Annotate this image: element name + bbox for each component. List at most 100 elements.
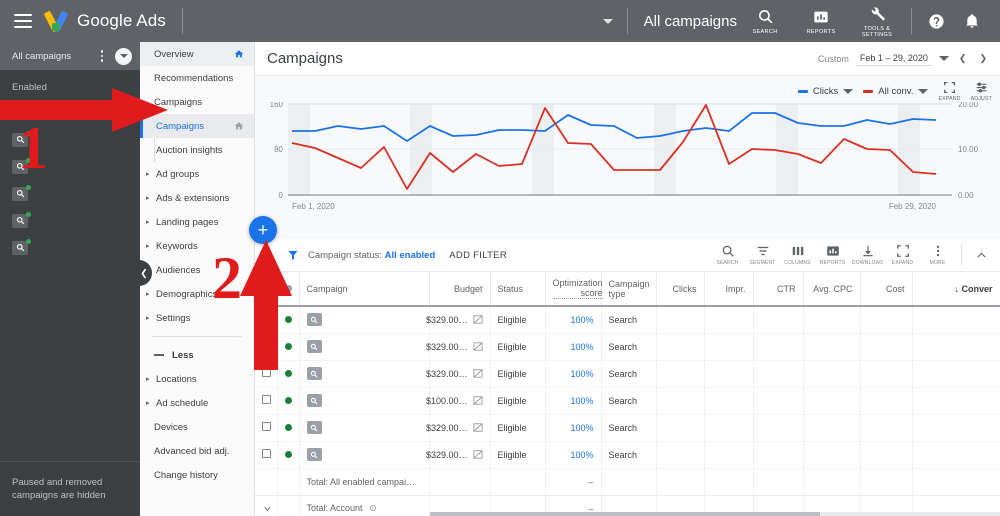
th-avg-cpc[interactable]: Avg. CPC (803, 272, 861, 306)
search-icon[interactable]: SEARCH (710, 244, 745, 266)
th-campaign-type[interactable]: Campaign type (601, 272, 657, 306)
more-vertical-icon[interactable] (95, 50, 109, 62)
row-checkbox-cell[interactable] (255, 387, 278, 415)
table-row[interactable]: $329.00… Eligible 100% Search (255, 414, 1000, 442)
row-checkbox-cell[interactable] (255, 441, 278, 469)
row-campaign-cell[interactable] (299, 387, 430, 415)
row-budget-cell[interactable]: $329.00… (426, 333, 491, 361)
hamburger-icon[interactable] (14, 14, 32, 28)
row-checkbox-cell[interactable] (255, 414, 278, 442)
row-checkbox-cell[interactable] (255, 306, 278, 334)
th-clicks[interactable]: Clicks (656, 272, 705, 306)
reports-icon[interactable]: REPORTS (815, 244, 850, 266)
th-impressions[interactable]: Impr. (704, 272, 754, 306)
sidebar-item-campaigns-group[interactable]: Campaigns (140, 90, 254, 114)
sidebar-item-devices[interactable]: Devices (140, 415, 254, 439)
row-checkbox[interactable] (262, 368, 271, 377)
row-budget-cell[interactable]: $100.00… (426, 387, 491, 415)
row-campaign-cell[interactable] (299, 441, 430, 469)
tools-settings-icon[interactable]: TOOLS & SETTINGS (849, 5, 905, 38)
segment-icon[interactable]: SEGMENT (745, 244, 780, 266)
notifications-bell-icon[interactable] (954, 13, 990, 29)
legend-item-clicks[interactable]: Clicks (797, 86, 854, 97)
list-item[interactable] (0, 207, 140, 234)
more-icon[interactable]: MORE (920, 244, 955, 266)
search-icon[interactable]: SEARCH (737, 8, 793, 35)
table-row[interactable]: $329.00… Eligible 100% Search (255, 441, 1000, 469)
new-campaign-fab-plus-icon[interactable]: + (249, 216, 277, 244)
sidebar-item-audiences[interactable]: ▸ Audiences (140, 258, 254, 282)
legend-item-all-conv[interactable]: All conv. (863, 86, 929, 97)
list-item[interactable] (0, 180, 140, 207)
chevron-down-icon[interactable] (843, 89, 854, 94)
help-circle-icon[interactable]: ⊙ (369, 503, 377, 513)
sidebar-item-campaigns[interactable]: Campaigns (140, 114, 254, 138)
list-item[interactable] (0, 234, 140, 261)
th-budget[interactable]: Budget (429, 272, 491, 306)
row-checkbox[interactable] (262, 449, 271, 458)
row-campaign-cell[interactable] (299, 306, 430, 334)
table-row[interactable]: $329.00… Eligible 100% Search (255, 333, 1000, 361)
th-campaign[interactable]: Campaign (299, 272, 430, 306)
date-range-chevron-down-icon[interactable] (938, 56, 949, 61)
sidebar-item-advanced-bid-adj[interactable]: Advanced bid adj. (140, 439, 254, 463)
row-optscore-cell[interactable]: 100% (545, 414, 602, 442)
sidebar-item-change-history[interactable]: Change history (140, 463, 254, 487)
help-icon[interactable] (918, 13, 954, 30)
adjust-icon[interactable]: ADJUST (971, 81, 992, 102)
sidebar-item-recommendations[interactable]: Recommendations (140, 66, 254, 90)
sidebar-item-locations[interactable]: ▸ Locations (140, 367, 254, 391)
row-budget-cell[interactable]: $329.00… (426, 306, 491, 334)
table-row[interactable]: $100.00… Eligible 100% Search (255, 387, 1000, 415)
account-selector-chevron-down-icon[interactable] (602, 18, 613, 24)
table-row[interactable]: $329.00… Eligible 100% Search (255, 360, 1000, 388)
date-range-value[interactable]: Feb 1 – 29, 2020 (855, 51, 932, 66)
sidebar-item-keywords[interactable]: ▸ Keywords (140, 234, 254, 258)
sidebar-item-overview[interactable]: Overview (140, 42, 254, 66)
download-icon[interactable]: DOWNLOAD (850, 244, 885, 266)
expand-icon[interactable]: EXPAND (938, 81, 960, 102)
expand-icon[interactable]: EXPAND (885, 244, 920, 266)
row-checkbox[interactable] (262, 395, 271, 404)
row-optscore-cell[interactable]: 100% (545, 441, 602, 469)
th-select-all[interactable] (255, 272, 278, 306)
th-status[interactable]: Status (490, 272, 546, 306)
collapse-chevron-up-icon[interactable] (968, 249, 994, 262)
reports-icon[interactable]: REPORTS (793, 8, 849, 35)
th-conversions[interactable]: ↓ Conver (912, 272, 1000, 306)
list-item[interactable] (0, 99, 140, 126)
add-filter-button[interactable]: ADD FILTER (449, 250, 507, 261)
date-next-chevron-right-icon[interactable]: ❯ (976, 53, 990, 64)
filter-icon[interactable] (287, 249, 299, 261)
sidebar-item-demographics[interactable]: ▸ Demographics (140, 282, 254, 306)
filter-chip-campaign-status[interactable]: Campaign status: All enabled (308, 250, 435, 261)
th-optimization-score[interactable]: Optimization score (545, 272, 603, 306)
row-campaign-cell[interactable] (299, 414, 430, 442)
scrollbar-thumb[interactable] (430, 512, 820, 516)
sidebar-item-ad-groups[interactable]: ▸ Ad groups (140, 162, 254, 186)
th-cost[interactable]: Cost (860, 272, 913, 306)
horizontal-scrollbar[interactable] (430, 512, 1000, 516)
row-checkbox[interactable] (262, 422, 271, 431)
sidebar-item-ad-schedule[interactable]: ▸ Ad schedule (140, 391, 254, 415)
row-optscore-cell[interactable]: 100% (545, 306, 602, 334)
row-optscore-cell[interactable]: 100% (545, 387, 602, 415)
chevron-down-circle-icon[interactable] (115, 47, 132, 65)
sidebar-item-landing-pages[interactable]: ▸ Landing pages (140, 210, 254, 234)
row-campaign-cell[interactable] (299, 333, 430, 361)
chevron-down-icon[interactable] (918, 89, 929, 94)
sidebar-item-settings[interactable]: ▸ Settings (140, 306, 254, 330)
list-item[interactable] (0, 126, 140, 153)
sidebar-item-ads-extensions[interactable]: ▸ Ads & extensions (140, 186, 254, 210)
row-budget-cell[interactable]: $329.00… (426, 360, 491, 388)
sidebar-item-auction-insights[interactable]: Auction insights (140, 138, 254, 162)
sidebar-less-toggle[interactable]: Less (140, 343, 254, 367)
date-prev-chevron-left-icon[interactable]: ❮ (956, 53, 970, 64)
row-checkbox-cell[interactable] (255, 333, 278, 361)
row-budget-cell[interactable]: $329.00… (426, 441, 491, 469)
columns-icon[interactable]: COLUMNS (780, 244, 815, 266)
total-expander-cell[interactable] (255, 495, 278, 516)
row-optscore-cell[interactable]: 100% (545, 333, 602, 361)
th-ctr[interactable]: CTR (753, 272, 804, 306)
row-checkbox-cell[interactable] (255, 360, 278, 388)
